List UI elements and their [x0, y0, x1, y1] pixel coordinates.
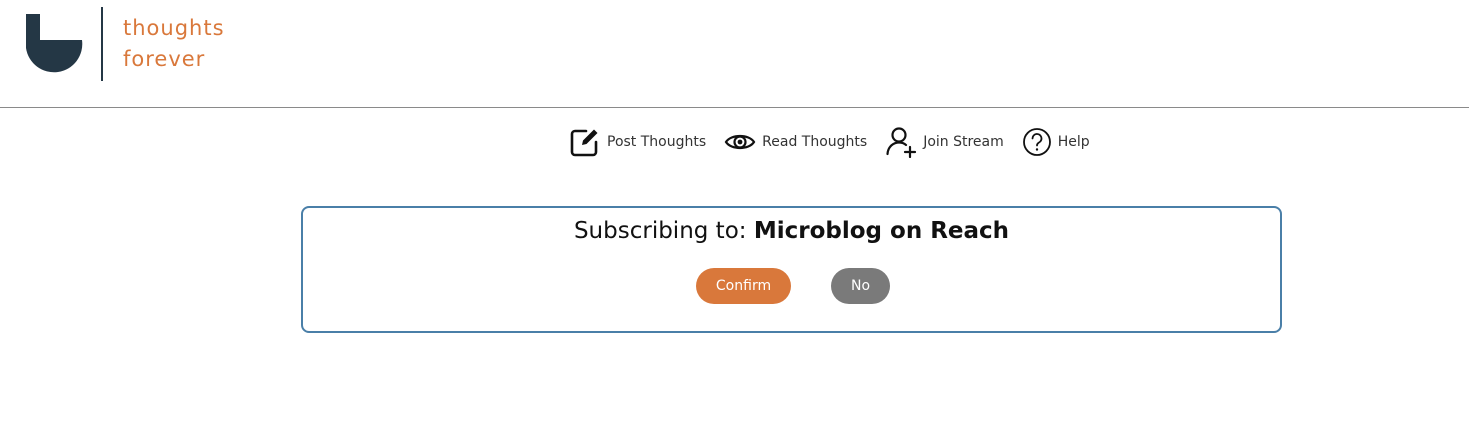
help-icon	[1022, 127, 1052, 157]
confirm-button[interactable]: Confirm	[696, 268, 791, 304]
nav-join-stream-label: Join Stream	[923, 134, 1004, 150]
nav-help[interactable]: Help	[1022, 127, 1090, 157]
dialog-prefix: Subscribing to:	[573, 218, 747, 244]
main-nav: Post Thoughts Read Thoughts Join Stream	[569, 124, 1090, 160]
no-button[interactable]: No	[831, 268, 890, 304]
brand-name: thoughts forever	[123, 13, 225, 75]
subscribe-dialog: Subscribing to: Microblog on Reach Confi…	[301, 206, 1282, 333]
eye-icon	[724, 131, 756, 153]
brand-line-2: forever	[123, 47, 206, 71]
nav-post-thoughts-label: Post Thoughts	[607, 134, 707, 150]
site-header: thoughts forever	[0, 0, 1469, 108]
nav-post-thoughts[interactable]: Post Thoughts	[569, 126, 706, 158]
dialog-target: Microblog on Reach	[753, 218, 1010, 244]
edit-icon	[569, 126, 601, 158]
dialog-title: Subscribing to: Microblog on Reach	[303, 218, 1280, 244]
add-user-icon	[885, 126, 917, 158]
nav-join-stream[interactable]: Join Stream	[885, 126, 1004, 158]
logo-icon	[26, 14, 83, 73]
nav-read-thoughts-label: Read Thoughts	[762, 134, 868, 150]
logo-divider	[101, 7, 103, 81]
nav-read-thoughts[interactable]: Read Thoughts	[724, 131, 867, 153]
nav-help-label: Help	[1057, 134, 1090, 150]
brand-line-1: thoughts	[123, 16, 225, 40]
